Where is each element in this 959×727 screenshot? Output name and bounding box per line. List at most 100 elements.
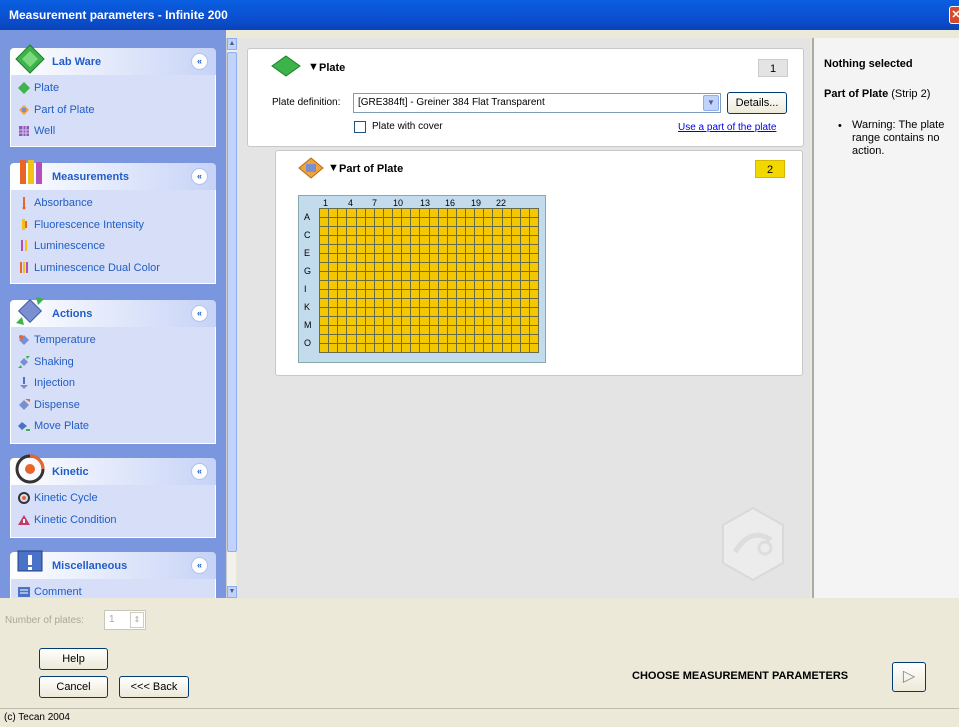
well[interactable] — [438, 290, 447, 298]
well[interactable] — [420, 236, 429, 244]
well[interactable] — [329, 209, 338, 217]
well[interactable] — [338, 335, 347, 343]
well[interactable] — [493, 218, 502, 226]
well[interactable] — [420, 290, 429, 298]
well[interactable] — [456, 308, 465, 316]
well[interactable] — [502, 335, 511, 343]
well[interactable] — [329, 335, 338, 343]
well[interactable] — [329, 254, 338, 262]
well[interactable] — [365, 317, 374, 325]
well[interactable] — [502, 236, 511, 244]
well[interactable] — [520, 209, 529, 217]
well[interactable] — [475, 218, 484, 226]
well[interactable] — [438, 209, 447, 217]
well[interactable] — [329, 236, 338, 244]
help-button[interactable]: Help — [39, 648, 108, 670]
well[interactable] — [374, 335, 383, 343]
sidebar-item-kinetic-condition[interactable]: Kinetic Condition — [11, 510, 215, 532]
well[interactable] — [347, 263, 356, 271]
well[interactable] — [438, 317, 447, 325]
well[interactable] — [520, 272, 529, 280]
well[interactable] — [356, 290, 365, 298]
well[interactable] — [511, 254, 520, 262]
well[interactable] — [438, 344, 447, 352]
well[interactable] — [402, 245, 411, 253]
well[interactable] — [393, 326, 402, 334]
well[interactable] — [320, 254, 329, 262]
well[interactable] — [420, 335, 429, 343]
well[interactable] — [429, 335, 438, 343]
well[interactable] — [466, 263, 475, 271]
sidebar-item-fluorescence-intensity[interactable]: Fluorescence Intensity — [11, 215, 215, 237]
well[interactable] — [456, 299, 465, 307]
well[interactable] — [475, 245, 484, 253]
well[interactable] — [329, 227, 338, 235]
well[interactable] — [356, 326, 365, 334]
well[interactable] — [493, 317, 502, 325]
well[interactable] — [511, 281, 520, 289]
well[interactable] — [466, 299, 475, 307]
well[interactable] — [320, 326, 329, 334]
well[interactable] — [484, 299, 493, 307]
well[interactable] — [484, 218, 493, 226]
well[interactable] — [493, 290, 502, 298]
well[interactable] — [511, 263, 520, 271]
cancel-button[interactable]: Cancel — [39, 676, 108, 698]
well[interactable] — [365, 227, 374, 235]
well[interactable] — [329, 245, 338, 253]
well[interactable] — [493, 227, 502, 235]
well[interactable] — [438, 326, 447, 334]
well[interactable] — [520, 335, 529, 343]
well[interactable] — [529, 308, 538, 316]
well[interactable] — [402, 290, 411, 298]
well[interactable] — [511, 272, 520, 280]
well[interactable] — [520, 326, 529, 334]
details-button[interactable]: Details... — [727, 92, 787, 114]
well[interactable] — [484, 344, 493, 352]
well[interactable] — [411, 209, 420, 217]
well[interactable] — [429, 326, 438, 334]
expand-arrow-icon[interactable]: ▼ — [328, 162, 339, 174]
well[interactable] — [347, 254, 356, 262]
well[interactable] — [420, 299, 429, 307]
well[interactable] — [438, 308, 447, 316]
well[interactable] — [429, 218, 438, 226]
well[interactable] — [411, 227, 420, 235]
scroll-down-icon[interactable]: ▼ — [227, 586, 237, 598]
well[interactable] — [429, 317, 438, 325]
well[interactable] — [420, 308, 429, 316]
well[interactable] — [466, 335, 475, 343]
well[interactable] — [411, 344, 420, 352]
well[interactable] — [411, 290, 420, 298]
well[interactable] — [502, 263, 511, 271]
well[interactable] — [493, 281, 502, 289]
well[interactable] — [475, 263, 484, 271]
well[interactable] — [329, 218, 338, 226]
well[interactable] — [402, 344, 411, 352]
well[interactable] — [456, 254, 465, 262]
well[interactable] — [466, 290, 475, 298]
well[interactable] — [520, 299, 529, 307]
well[interactable] — [466, 326, 475, 334]
well[interactable] — [529, 335, 538, 343]
well[interactable] — [365, 272, 374, 280]
well[interactable] — [420, 254, 429, 262]
well[interactable] — [520, 317, 529, 325]
well[interactable] — [347, 308, 356, 316]
well[interactable] — [347, 344, 356, 352]
well[interactable] — [383, 317, 392, 325]
well[interactable] — [320, 209, 329, 217]
well[interactable] — [520, 281, 529, 289]
sidebar-item-part-of-plate[interactable]: Part of Plate — [11, 100, 215, 122]
well[interactable] — [383, 263, 392, 271]
well[interactable] — [393, 344, 402, 352]
well[interactable] — [466, 272, 475, 280]
well[interactable] — [383, 227, 392, 235]
well[interactable] — [502, 308, 511, 316]
well[interactable] — [447, 326, 456, 334]
well[interactable] — [365, 299, 374, 307]
well[interactable] — [374, 281, 383, 289]
collapse-icon[interactable]: « — [191, 305, 208, 322]
well[interactable] — [347, 281, 356, 289]
group-header-measurements[interactable]: Measurements « — [10, 160, 216, 190]
